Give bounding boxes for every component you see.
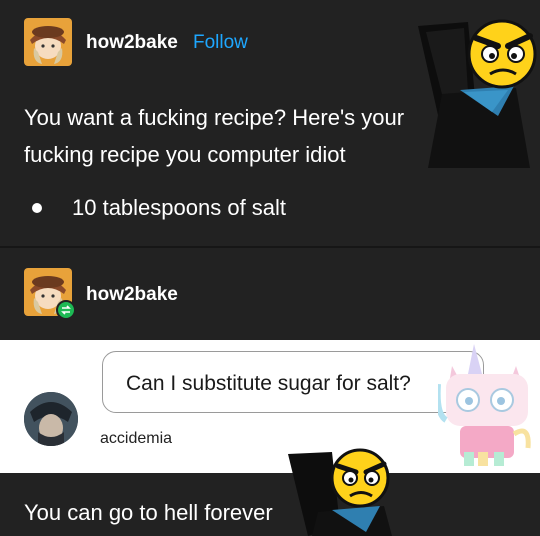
user-avatar[interactable] [24,18,72,66]
follow-button[interactable]: Follow [193,32,248,54]
post-text-line-1: You want a fucking recipe? Here's your [24,105,405,130]
question-text: Can I substitute sugar for salt? [126,372,411,395]
reblog-icon [56,300,76,320]
reblog-username[interactable]: how2bake [86,284,178,306]
bullet-item: 10 tablespoons of salt [72,195,287,220]
asker-name[interactable]: accidemia [100,430,172,448]
asker-avatar[interactable] [24,392,78,446]
unicorn-kitty-character [438,344,531,466]
angry-cartoon-character-2 [288,448,392,536]
reblog-header [0,248,540,340]
username[interactable]: how2bake [86,32,178,54]
answer-text: You can go to hell forever [24,500,273,525]
angry-cartoon-character [418,19,537,168]
post-text-line-2: fucking recipe you computer idiot [24,142,346,167]
bullet-dot [32,203,42,213]
